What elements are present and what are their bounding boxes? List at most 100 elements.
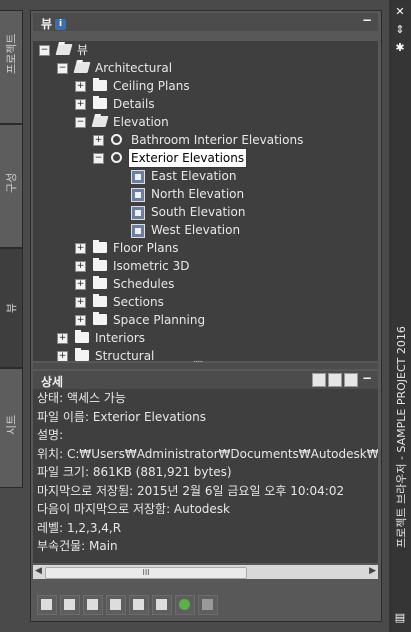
tree-node-label: South Elevation (151, 205, 246, 219)
tab-project-label: 프로젝트 (5, 33, 18, 74)
folder-icon (93, 312, 107, 325)
refresh-icon[interactable] (175, 595, 195, 615)
details-header-label: 상세 (41, 375, 64, 389)
detail-file-name: 파일 이름: Exterior Elevations (37, 409, 206, 424)
folder-icon (75, 348, 89, 361)
tree-node-label: West Elevation (151, 223, 241, 237)
collapse-icon[interactable]: − (57, 63, 68, 74)
expand-icon[interactable]: + (57, 333, 68, 344)
pin-icon[interactable]: ⇕ (394, 24, 406, 36)
tab-sheets[interactable]: 시트 (0, 368, 23, 488)
folder-icon (93, 276, 107, 289)
view-icon (131, 170, 145, 184)
expand-icon[interactable]: + (75, 279, 86, 290)
tree-node-label: Interiors (95, 331, 146, 345)
open-folder-icon (55, 44, 73, 55)
collapse-icon[interactable]: − (75, 117, 86, 128)
properties-button[interactable] (152, 595, 172, 615)
expand-icon[interactable]: + (93, 135, 104, 146)
views-header-label: 뷰i (41, 15, 67, 32)
expand-icon[interactable]: + (75, 297, 86, 308)
window-title: 프로젝트 브라우저 - SAMPLE PROJECT 2016 (395, 326, 408, 548)
scroll-right-icon[interactable]: ▶ (369, 566, 376, 576)
tab-project[interactable]: 프로젝트 (0, 10, 23, 124)
gear-icon[interactable]: ✱ (394, 42, 406, 54)
menu-icon[interactable]: ▤ (394, 612, 406, 624)
detail-location: 위치: C:₩Users₩Administrator₩Documents₩Aut… (37, 446, 378, 461)
elevation-view-icon (111, 134, 122, 145)
tab-views-label: 뷰 (5, 302, 18, 314)
tree-node-label: Space Planning (113, 313, 206, 327)
expand-icon[interactable]: + (75, 81, 86, 92)
details-header[interactable]: 상세 − (33, 371, 378, 389)
folder-icon (93, 240, 107, 253)
open-folder-icon (73, 62, 91, 73)
title-bar[interactable]: ✕ ⇕ ✱ 프로젝트 브라우저 - SAMPLE PROJECT 2016 ▤ (389, 0, 411, 632)
elevation-view-icon (111, 152, 122, 163)
splitter-handle[interactable] (33, 355, 378, 369)
views-tree[interactable]: − 뷰 − Architectural + Ceiling Plans + De… (33, 41, 378, 361)
tree-node-label: North Elevation (151, 187, 245, 201)
info-icon[interactable]: i (55, 19, 67, 30)
detail-description: 설명: (37, 428, 64, 442)
views-header[interactable]: 뷰i − (33, 13, 378, 31)
preview-icon[interactable] (312, 373, 326, 387)
detail-last-saved: 마지막으로 저장됨: 2015년 2월 6일 금요일 오후 10:04:02 (37, 483, 345, 498)
tree-node-label: Architectural (95, 61, 173, 75)
tab-sheets-label: 시트 (5, 414, 18, 435)
collapse-icon[interactable]: − (39, 45, 50, 56)
tree-node-label: 뷰 (77, 43, 89, 57)
folder-icon (93, 78, 107, 91)
detail-status: 상태: 액세스 가능 (37, 391, 126, 405)
attach-to-view-button[interactable] (129, 595, 149, 615)
tab-constructs[interactable]: 구성 (0, 124, 23, 248)
minimize-views-button[interactable]: − (362, 13, 372, 27)
list-view-icon[interactable] (328, 373, 342, 387)
details-content: 상태: 액세스 가능 파일 이름: Exterior Elevations 설명… (33, 389, 378, 563)
attach-xref-button[interactable] (106, 595, 126, 615)
tree-node-label: Elevation (113, 115, 169, 129)
tab-constructs-label: 구성 (5, 172, 18, 193)
tab-views[interactable]: 뷰 (0, 248, 23, 368)
detail-last-saved-by: 다음이 마지막으로 저장함: Autodesk (37, 502, 230, 516)
minimize-details-button[interactable]: − (362, 371, 372, 385)
detail-view-icon[interactable] (344, 373, 358, 387)
tree-node-label: Structural (95, 349, 155, 361)
tree-node-label: Schedules (113, 277, 175, 291)
tree-node-label-selected: Exterior Elevations (127, 148, 248, 168)
folder-icon (93, 258, 107, 271)
new-category-button[interactable] (83, 595, 103, 615)
tree-node-label: Details (113, 97, 155, 111)
tree-node-label: Isometric 3D (113, 259, 190, 273)
close-icon[interactable]: ✕ (394, 6, 406, 18)
tree-node-label: East Elevation (151, 169, 237, 183)
expand-icon[interactable]: + (75, 99, 86, 110)
view-icon (131, 206, 145, 220)
expand-icon[interactable]: + (75, 261, 86, 272)
folder-icon (93, 96, 107, 109)
new-view-button[interactable] (37, 595, 57, 615)
horizontal-scrollbar[interactable]: ◀ III ▶ (33, 565, 378, 579)
open-folder-icon (91, 116, 109, 127)
tree-node-label: Sections (113, 295, 164, 309)
new-folder-button[interactable] (60, 595, 80, 615)
expand-icon[interactable]: + (57, 351, 68, 361)
view-icon (131, 188, 145, 202)
scroll-thumb[interactable]: III (45, 567, 247, 579)
folder-icon (93, 294, 107, 307)
expand-icon[interactable]: + (75, 243, 86, 254)
expand-icon[interactable]: + (75, 315, 86, 326)
palette-panel: 뷰i − − 뷰 − Architectural + Ceiling Plans (30, 10, 382, 622)
tree-node-label: Bathroom Interior Elevations (131, 133, 304, 147)
folder-icon (75, 330, 89, 343)
repath-button[interactable] (198, 595, 218, 615)
collapse-icon[interactable]: − (93, 153, 104, 164)
detail-annex: 부속건물: Main (37, 539, 118, 553)
detail-file-size: 파일 크기: 861KB (881,921 bytes) (37, 465, 232, 479)
view-icon (131, 224, 145, 238)
project-navigator-window: 프로젝트 구성 뷰 시트 ✕ ⇕ ✱ 프로젝트 브라우저 - SAMPLE PR… (0, 0, 411, 632)
scroll-left-icon[interactable]: ◀ (35, 566, 42, 576)
details-header-icons (310, 373, 358, 387)
detail-levels: 레벨: 1,2,3,4,R (37, 520, 122, 535)
tree-node-label: Ceiling Plans (113, 79, 190, 93)
